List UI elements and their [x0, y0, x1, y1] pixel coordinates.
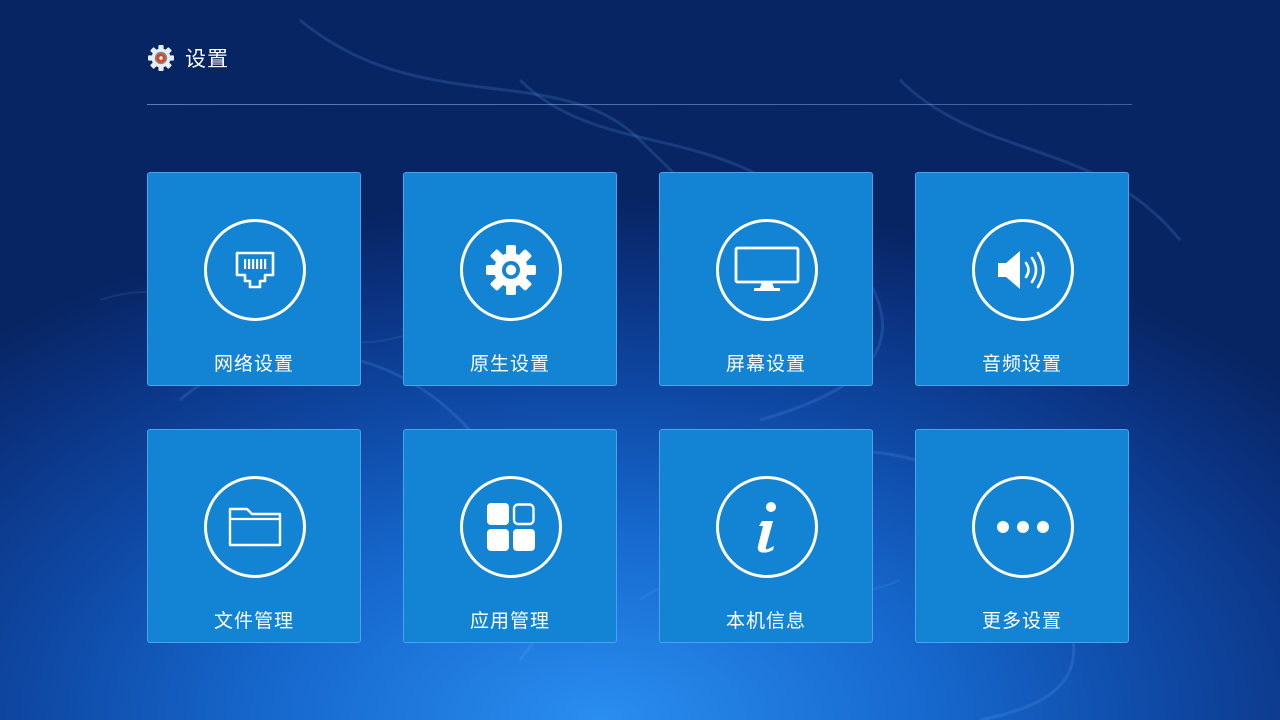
icon-ring	[460, 219, 562, 321]
info-icon	[757, 502, 776, 553]
tile-label: 应用管理	[469, 610, 550, 632]
icon-ring	[204, 219, 306, 321]
monitor-icon	[734, 246, 800, 291]
tile-label: 原生设置	[469, 353, 550, 375]
tile-device-info[interactable]: 本机信息	[659, 429, 873, 643]
apps-grid-icon	[487, 503, 535, 551]
more-dots-icon	[997, 521, 1049, 533]
tile-file-manager[interactable]: 文件管理	[147, 429, 361, 643]
icon-ring	[716, 219, 818, 321]
tile-label: 更多设置	[981, 610, 1062, 632]
settings-grid: 网络设置 原生设置 屏幕设置 音频设置 文件管理 应用管理 本机信息 更多设置	[147, 172, 1132, 644]
tile-label: 屏幕设置	[725, 353, 806, 375]
folder-icon	[228, 507, 282, 547]
tile-screen-settings[interactable]: 屏幕设置	[659, 172, 873, 386]
tile-more-settings[interactable]: 更多设置	[915, 429, 1129, 643]
tile-audio-settings[interactable]: 音频设置	[915, 172, 1129, 386]
page-title: 设置	[185, 47, 229, 71]
tile-app-manager[interactable]: 应用管理	[403, 429, 617, 643]
gear-icon	[486, 245, 536, 295]
icon-ring	[972, 476, 1074, 578]
icon-ring	[716, 476, 818, 578]
tile-native-settings[interactable]: 原生设置	[403, 172, 617, 386]
icon-ring	[460, 476, 562, 578]
tile-label: 文件管理	[213, 610, 294, 632]
tile-label: 本机信息	[725, 610, 806, 632]
icon-ring	[972, 219, 1074, 321]
tile-label: 音频设置	[981, 353, 1062, 375]
icon-ring	[204, 476, 306, 578]
ethernet-port-icon	[235, 251, 275, 289]
page-header: 设置	[147, 40, 229, 76]
speaker-icon	[998, 251, 1045, 289]
gear-icon	[148, 45, 174, 71]
header-divider	[147, 104, 1132, 105]
tile-label: 网络设置	[213, 353, 294, 375]
tile-network-settings[interactable]: 网络设置	[147, 172, 361, 386]
